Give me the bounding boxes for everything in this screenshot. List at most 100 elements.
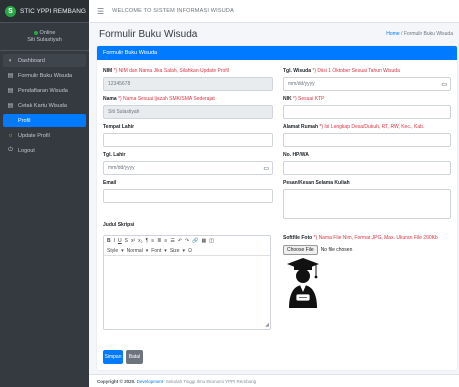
save-button[interactable]: Simpan bbox=[103, 350, 123, 364]
tgl-lahir-label: Tgl. Lahir bbox=[103, 152, 126, 158]
bold-button[interactable]: B bbox=[107, 238, 111, 244]
rich-text-editor[interactable]: B I U S x² x₂ ¶ ≡ ≣ ≡ ☰ ↶ ↷ 🔗 ▦ ◫ Style ▾… bbox=[103, 235, 271, 330]
calendar-icon[interactable]: ▭ bbox=[263, 165, 269, 172]
email-field[interactable] bbox=[103, 189, 273, 203]
sidebar-nav: ◐ Dashboard ▤ Formulir Buku Wisuda ▤ Pen… bbox=[0, 51, 89, 162]
font-select[interactable]: Font bbox=[151, 248, 161, 254]
alamat-hint: *) Isi Lengkap Desa/Dukuh, RT, RW, Kec.,… bbox=[319, 124, 425, 130]
tgl-lahir-field[interactable]: mm/dd/yyyy ▭ bbox=[103, 161, 273, 175]
file-status: No file chosen bbox=[320, 247, 353, 253]
nama-label: Nama *) Nama Sesuai Ijazah SMK/SMA Seder… bbox=[103, 96, 215, 102]
email-label: Email bbox=[103, 180, 117, 186]
alamat-label: Alamat Rumah *) Isi Lengkap Desa/Dukuh, … bbox=[283, 124, 425, 130]
nik-group: NIK *) Sesuai KTP bbox=[283, 96, 451, 119]
style-select[interactable]: Style bbox=[107, 248, 118, 254]
redo-button[interactable]: ↷ bbox=[185, 238, 189, 244]
nik-field[interactable] bbox=[283, 105, 451, 119]
tempat-lahir-label: Tempat Lahir bbox=[103, 124, 135, 130]
nim-field: 12345678 bbox=[103, 77, 273, 91]
cancel-button[interactable]: Batal bbox=[126, 350, 143, 364]
editor-toolbar-row-1: B I U S x² x₂ ¶ ≡ ≣ ≡ ☰ ↶ ↷ 🔗 ▦ ◫ bbox=[104, 236, 270, 246]
sidebar-item-pendaftaran[interactable]: ▤ Pendaftaran Wisuda bbox=[3, 84, 86, 97]
tempat-lahir-group: Tempat Lahir bbox=[103, 124, 273, 147]
sidebar-item-label: Pendaftaran Wisuda bbox=[18, 87, 68, 94]
footer: Copyright © 2020. Development - Sekolah … bbox=[89, 374, 459, 387]
footer-suffix: - Sekolah Tinggi Ilmu Ekonomi YPPI Remba… bbox=[163, 378, 257, 384]
breadcrumb-separator: / bbox=[401, 31, 403, 37]
logout-icon: ⏻ bbox=[8, 147, 13, 153]
breadcrumb-home[interactable]: Home bbox=[386, 31, 399, 37]
sidebar: S STIC YPPI REMBANG Online Siti Sulastiy… bbox=[0, 0, 89, 387]
tgl-wisuda-hint: *) Diisi 1 Oktober Sesuai Tahun Wisuda bbox=[312, 68, 400, 74]
online-status-icon bbox=[33, 31, 38, 35]
form-card: Formulir Buku Wisuda NIM *) NIM dan Nama… bbox=[97, 46, 457, 370]
graduate-photo-icon bbox=[287, 258, 319, 308]
nama-group: Nama *) Nama Sesuai Ijazah SMK/SMA Seder… bbox=[103, 96, 273, 119]
underline-button[interactable]: U bbox=[118, 238, 122, 244]
foto-label: Softfile Foto *) Nama File Nim, Format J… bbox=[283, 235, 438, 241]
align-left-button[interactable]: ≡ bbox=[151, 238, 154, 244]
strike-button[interactable]: S bbox=[125, 238, 128, 244]
footer-prefix: Copyright © 2020. bbox=[97, 378, 136, 384]
link-button[interactable]: 🔗 bbox=[192, 238, 198, 244]
sidebar-item-formulir[interactable]: ▤ Formulir Buku Wisuda bbox=[3, 69, 86, 82]
user-panel: Online Siti Sulastiyah bbox=[0, 23, 89, 51]
brand[interactable]: S STIC YPPI REMBANG bbox=[0, 0, 89, 23]
calendar-icon[interactable]: ▭ bbox=[441, 81, 447, 88]
user-icon: 👤 bbox=[6, 118, 15, 124]
user-name: Siti Sulastiyah bbox=[27, 37, 62, 43]
table-button[interactable]: ▦ bbox=[201, 238, 206, 244]
nik-hint: *) Sesuai KTP bbox=[293, 96, 325, 102]
editor-toolbar-row-2: Style ▾ Normal ▾ Font ▾ Size ▾ Ω bbox=[104, 246, 270, 256]
format-select[interactable]: Normal bbox=[127, 248, 143, 254]
footer-org[interactable]: Development bbox=[137, 379, 164, 384]
hp-field[interactable] bbox=[283, 161, 451, 175]
print-icon: ▤ bbox=[7, 103, 14, 109]
content-header: Formulir Buku Wisuda Home / Formulir Buk… bbox=[89, 23, 459, 45]
judul-group: Judul Skripsi bbox=[103, 222, 273, 228]
dashboard-icon: ◐ bbox=[8, 57, 13, 64]
sidebar-item-label: Logout bbox=[18, 147, 35, 154]
sidebar-item-dashboard[interactable]: ◐ Dashboard bbox=[3, 54, 86, 67]
brand-name: STIC YPPI REMBANG bbox=[20, 7, 86, 15]
subscript-button[interactable]: x₂ bbox=[138, 238, 142, 244]
topbar-title: WELCOME TO SISTEM INFORMASI WISUDA bbox=[112, 8, 234, 14]
form-icon: ▤ bbox=[7, 73, 14, 79]
paragraph-button[interactable]: ¶ bbox=[146, 238, 149, 244]
card-title: Formulir Buku Wisuda bbox=[103, 50, 158, 56]
size-select[interactable]: Size bbox=[170, 248, 180, 254]
align-right-button[interactable]: ≡ bbox=[164, 238, 167, 244]
user-status: Online bbox=[39, 30, 56, 36]
undo-button[interactable]: ↶ bbox=[178, 238, 182, 244]
tempat-lahir-field[interactable] bbox=[103, 133, 273, 147]
breadcrumb: Home / Formulir Buku Wisuda bbox=[386, 31, 453, 37]
sidebar-item-profil[interactable]: 👤 Profil bbox=[3, 114, 86, 127]
superscript-button[interactable]: x² bbox=[131, 238, 135, 244]
sidebar-item-update-profil[interactable]: ○ Update Profil bbox=[3, 129, 86, 142]
nim-hint: *) NIM dan Nama Jika Salah, Silahkan Upd… bbox=[113, 68, 229, 74]
tgl-lahir-group: Tgl. Lahir mm/dd/yyyy ▭ bbox=[103, 152, 273, 175]
hamburger-icon[interactable]: ☰ bbox=[97, 7, 104, 16]
judul-label: Judul Skripsi bbox=[103, 222, 135, 228]
sidebar-item-logout[interactable]: ⏻ Logout bbox=[3, 144, 86, 157]
hp-group: No. HP/WA bbox=[283, 152, 451, 175]
resize-handle-icon[interactable]: ◢ bbox=[265, 322, 269, 328]
nik-label: NIK *) Sesuai KTP bbox=[283, 96, 325, 102]
special-char-button[interactable]: Ω bbox=[188, 248, 192, 254]
alamat-field[interactable] bbox=[283, 133, 451, 147]
nim-group: NIM *) NIM dan Nama Jika Salah, Silahkan… bbox=[103, 68, 273, 91]
sidebar-item-label: Profil bbox=[18, 117, 31, 124]
align-center-button[interactable]: ≣ bbox=[157, 238, 161, 244]
image-button[interactable]: ◫ bbox=[209, 238, 214, 244]
sidebar-item-cetak[interactable]: ▤ Cetak Kartu Wisuda bbox=[3, 99, 86, 112]
justify-button[interactable]: ☰ bbox=[170, 238, 174, 244]
pesan-group: Pesan/Kesan Selama Kuliah bbox=[283, 180, 451, 219]
italic-button[interactable]: I bbox=[114, 238, 115, 244]
foto-group: Softfile Foto *) Nama File Nim, Format J… bbox=[283, 235, 451, 255]
choose-file-button[interactable]: Choose File bbox=[283, 245, 318, 255]
hp-label: No. HP/WA bbox=[283, 152, 309, 158]
brand-logo: S bbox=[5, 5, 16, 17]
tgl-wisuda-field[interactable]: mm/dd/yyyy ▭ bbox=[283, 77, 451, 91]
refresh-icon: ○ bbox=[8, 132, 13, 139]
pesan-textarea[interactable] bbox=[283, 189, 451, 219]
